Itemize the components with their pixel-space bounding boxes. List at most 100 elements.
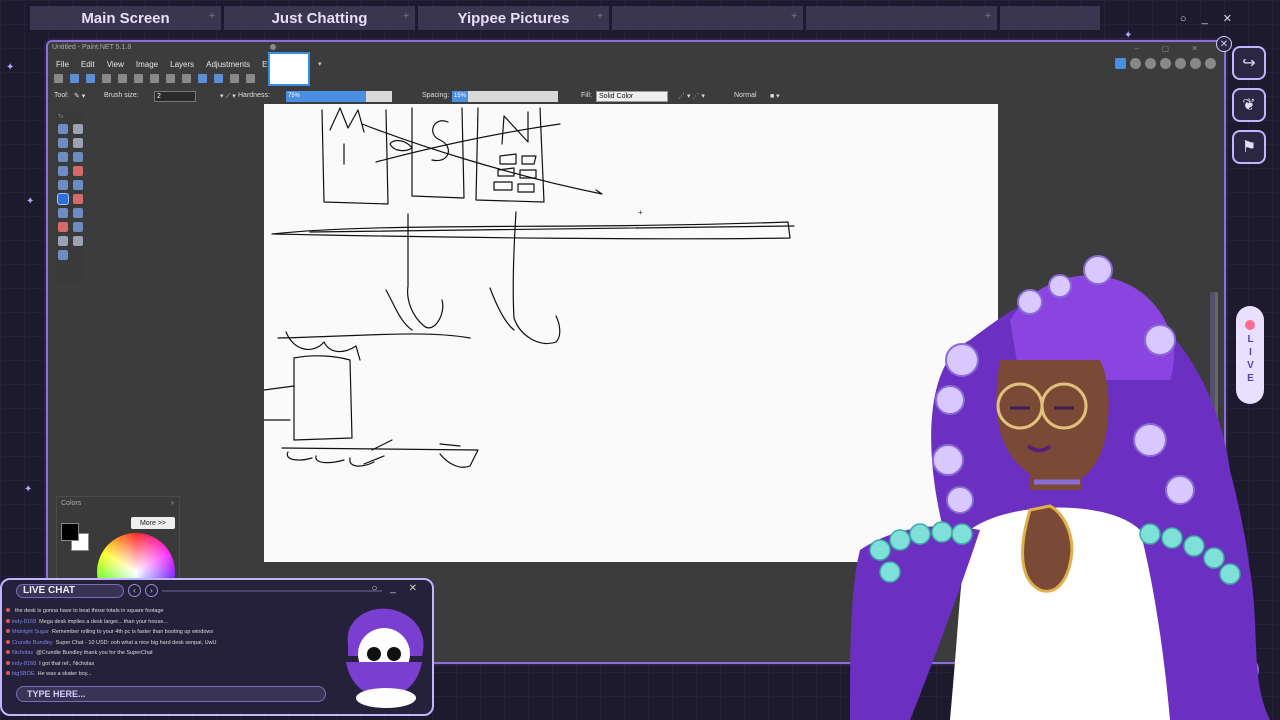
history-icon[interactable]	[1130, 58, 1141, 69]
wing-icon[interactable]: ❦	[1232, 88, 1266, 122]
tools-panel: To	[56, 112, 83, 282]
menu-image[interactable]: Image	[136, 60, 158, 69]
tab-just-chatting[interactable]: Just Chatting +	[224, 6, 415, 30]
tools-window-icon[interactable]	[1115, 58, 1126, 69]
save-icon[interactable]	[86, 74, 95, 83]
image-thumbnail-tab[interactable]	[268, 52, 310, 86]
share-icon[interactable]: ↪	[1232, 46, 1266, 80]
pencil-tool-icon[interactable]	[58, 208, 68, 218]
tab-empty[interactable]	[1000, 6, 1100, 30]
settings-icon[interactable]	[1190, 58, 1201, 69]
primary-color-swatch[interactable]	[61, 523, 79, 541]
line-tool-icon[interactable]	[73, 236, 83, 246]
copy-icon[interactable]	[134, 74, 143, 83]
palette-icon[interactable]	[1175, 58, 1186, 69]
move-selection-tool-icon[interactable]	[73, 138, 83, 148]
window-buttons[interactable]: – ▢ ✕	[1135, 44, 1208, 53]
undo-icon[interactable]	[198, 74, 207, 83]
spacing-slider[interactable]: 15%	[452, 91, 558, 102]
tab-empty[interactable]: +	[806, 6, 997, 30]
sparkle-icon: ✦	[26, 196, 35, 207]
fill-label: Fill:	[581, 92, 592, 99]
window-controls[interactable]: ○ _ ✕	[1180, 12, 1238, 25]
cut-icon[interactable]	[118, 74, 127, 83]
tab-main-screen[interactable]: Main Screen +	[30, 6, 221, 30]
plus-icon: +	[209, 11, 215, 22]
eraser-tool-icon[interactable]	[73, 194, 83, 204]
colors-icon[interactable]	[1160, 58, 1171, 69]
chat-nav: ‹ ›	[128, 584, 158, 597]
chevron-left-icon[interactable]: ‹	[128, 584, 141, 597]
utility-toolbar	[1115, 58, 1216, 69]
close-icon[interactable]: ✕	[170, 500, 175, 507]
brush-shape-dropdown[interactable]: ▾ ⟋ ▾	[220, 92, 236, 101]
paste-icon[interactable]	[150, 74, 159, 83]
more-colors-button[interactable]: More >>	[131, 517, 175, 529]
bookmark-icon[interactable]: ⚑	[1232, 130, 1266, 164]
deselect-icon[interactable]	[182, 74, 191, 83]
hardness-slider[interactable]: 75%	[286, 91, 392, 102]
recolor-tool-icon[interactable]	[73, 222, 83, 232]
chat-window-controls[interactable]: ○ _ ✕	[371, 583, 422, 594]
plus-icon: +	[791, 11, 797, 22]
tab-empty[interactable]: +	[612, 6, 803, 30]
chat-message: indy-8168 Mega desk implies a desk larger…	[6, 617, 336, 628]
rectangle-select-tool-icon[interactable]	[58, 124, 68, 134]
layer-dropdown[interactable]: ■ ▾	[770, 92, 780, 100]
tool-options-bar: Tool: ✎ ▾ Brush size: 2 ▾ ⟋ ▾ Hardness: …	[48, 90, 1224, 104]
ruler-icon[interactable]	[246, 74, 255, 83]
crop-icon[interactable]	[166, 74, 175, 83]
menu-adjustments[interactable]: Adjustments	[206, 60, 250, 69]
paint-bucket-tool-icon[interactable]	[58, 180, 68, 190]
menu-file[interactable]: File	[56, 60, 69, 69]
user-badge-icon	[6, 618, 10, 623]
close-tab-icon[interactable]	[270, 44, 276, 50]
menu-view[interactable]: View	[107, 60, 124, 69]
lasso-select-tool-icon[interactable]	[58, 138, 68, 148]
user-badge-icon	[6, 629, 10, 633]
close-icon[interactable]: ✕	[1216, 36, 1232, 52]
menu-edit[interactable]: Edit	[81, 60, 95, 69]
text-tool-icon[interactable]	[58, 236, 68, 246]
print-icon[interactable]	[102, 74, 111, 83]
help-icon[interactable]	[1205, 58, 1216, 69]
brush-size-label: Brush size:	[104, 92, 139, 99]
chat-input[interactable]: TYPE HERE...	[16, 686, 326, 702]
spacing-label: Spacing:	[422, 92, 450, 99]
chevron-right-icon[interactable]: ›	[145, 584, 158, 597]
magic-wand-tool-icon[interactable]	[58, 166, 68, 176]
color-picker-tool-icon[interactable]	[73, 208, 83, 218]
grid-icon[interactable]	[230, 74, 239, 83]
blend-mode-dropdown[interactable]: Normal	[734, 92, 757, 99]
layers-icon[interactable]	[1145, 58, 1156, 69]
vtuber-avatar	[850, 255, 1270, 720]
ellipse-select-tool-icon[interactable]	[58, 152, 68, 162]
stream-sidebar: ↪ ❦ ⚑	[1232, 46, 1268, 172]
antialias-dropdown[interactable]: ⋰ ▾ ⋰ ▾	[678, 92, 705, 100]
brush-size-input[interactable]: 2	[154, 91, 196, 102]
sparkle-icon: ✦	[6, 62, 15, 73]
open-icon[interactable]	[70, 74, 79, 83]
redo-icon[interactable]	[214, 74, 223, 83]
tools-panel-header: To	[58, 114, 64, 120]
chat-message: the desk is gonna have to beat those tot…	[6, 606, 336, 617]
new-icon[interactable]	[54, 74, 63, 83]
move-selected-tool-icon[interactable]	[73, 124, 83, 134]
gradient-tool-icon[interactable]	[73, 180, 83, 190]
paintbrush-tool-icon[interactable]	[57, 193, 69, 205]
chat-message: bigSBOE He was a skater boy...	[6, 669, 336, 680]
fill-dropdown[interactable]: Solid Color	[596, 91, 668, 102]
colors-panel: Colors ✕ More >>	[56, 496, 180, 611]
chevron-down-icon[interactable]: ▾	[318, 60, 322, 68]
tab-yippee-pictures[interactable]: Yippee Pictures +	[418, 6, 609, 30]
clone-stamp-tool-icon[interactable]	[58, 222, 68, 232]
brush-tool-icon[interactable]: ✎ ▾	[74, 92, 85, 100]
sparkle-icon: ✦	[24, 484, 33, 495]
pan-tool-icon[interactable]	[73, 166, 83, 176]
zoom-tool-icon[interactable]	[73, 152, 83, 162]
user-badge-icon	[6, 650, 10, 654]
menu-layers[interactable]: Layers	[170, 60, 194, 69]
chat-message: Midnight Sugar Remember rolling to your 4…	[6, 627, 336, 638]
menu-bar: File Edit View Image Layers Adjustments …	[56, 60, 286, 69]
shapes-tool-icon[interactable]	[58, 250, 68, 260]
